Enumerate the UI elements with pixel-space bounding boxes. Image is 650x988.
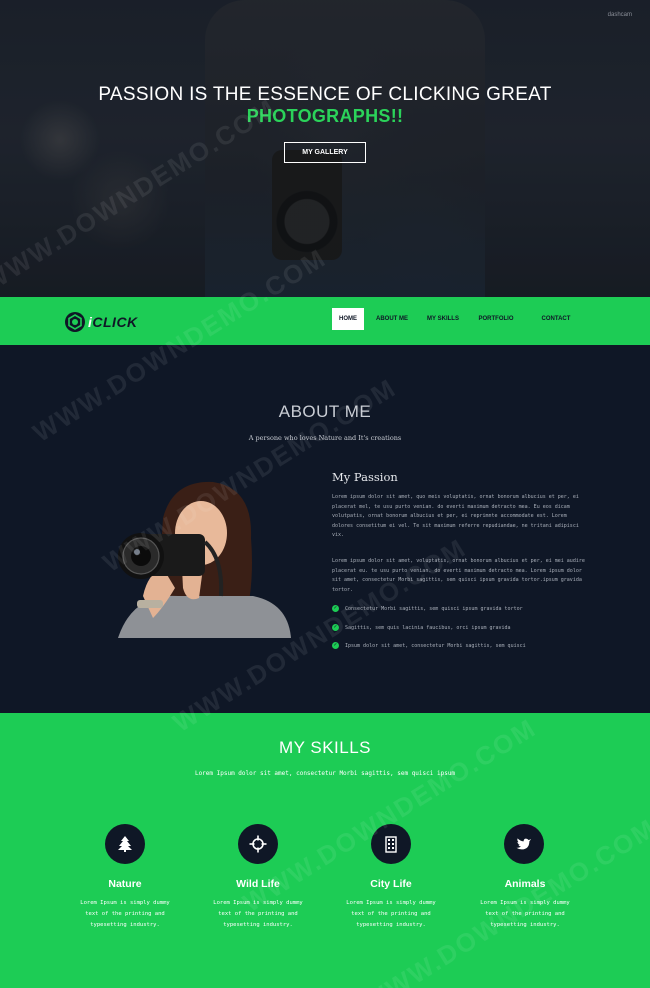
skill-name: Nature [108,878,142,890]
about-subtitle: A persone who loves Nature and It's crea… [248,434,402,442]
skill-desc-line: text of the printing and [485,911,565,917]
skill-name: City Life [370,878,412,890]
skill-description: Lorem Ipsum is simply dummy text of the … [460,898,590,931]
my-gallery-button[interactable]: MY GALLERY [284,142,366,163]
skill-desc-line: Lorem Ipsum is simply dummy [80,900,170,906]
skill-desc-line: typesetting industry. [356,922,426,928]
skill-desc-line: Lorem Ipsum is simply dummy [346,900,436,906]
logo-word: CLICK [92,314,138,330]
hero-title: PASSION IS THE ESSENCE OF CLICKING GREAT [98,84,552,105]
skill-description: Lorem Ipsum is simply dummy text of the … [60,898,190,931]
skill-desc-line: typesetting industry. [90,922,160,928]
check-icon: ✓ [332,605,339,612]
about-title: ABOUT ME [278,402,372,421]
skill-animals-badge[interactable] [504,824,544,864]
skill-desc-line: typesetting industry. [490,922,560,928]
tree-icon [118,836,132,852]
skill-nature-badge[interactable] [105,824,145,864]
skill-citylife-badge[interactable] [371,824,411,864]
nav-contact[interactable]: CONTACT [534,308,578,330]
checklist-text: Consectetur Morbi sagittis, sem quisci i… [345,605,523,612]
logo-text: iCLICK [88,314,138,330]
skill-desc-line: Lorem Ipsum is simply dummy [213,900,303,906]
skill-description: Lorem Ipsum is simply dummy text of the … [326,898,456,931]
skill-desc-line: text of the printing and [218,911,298,917]
skill-wildlife-badge[interactable] [238,824,278,864]
photographer-illustration [118,481,291,638]
building-icon [385,836,397,853]
check-icon: ✓ [332,624,339,631]
skill-name: Wild Life [236,878,280,890]
skill-desc-line: text of the printing and [85,911,165,917]
checklist-item: ✓ Ipsum dolor sit amet, consectetur Morb… [332,642,526,649]
skills-title: MY SKILLS [278,738,372,757]
skill-desc-line: text of the printing and [351,911,431,917]
checklist-item: ✓ Consectetur Morbi sagittis, sem quisci… [332,605,523,612]
skill-name: Animals [504,878,546,890]
skill-description: Lorem Ipsum is simply dummy text of the … [193,898,323,931]
checklist-text: Ipsum dolor sit amet, consectetur Morbi … [345,642,526,649]
photographer-photo [103,478,291,638]
crosshair-icon [249,835,267,853]
nav-about-me[interactable]: ABOUT ME [372,308,412,330]
hero-corner-text: dashcam [607,12,632,18]
nav-portfolio[interactable]: PORTFOLIO [474,308,518,330]
checklist-item: ✓ Sagittis, sem quis lacinia faucibus, o… [332,624,511,631]
passion-paragraph-1: Lorem ipsum dolor sit amet, quo meis vol… [332,494,579,538]
check-icon: ✓ [332,642,339,649]
skills-subtitle: Lorem Ipsum dolor sit amet, consectetur … [194,770,456,777]
aperture-icon [65,312,85,332]
passion-title: My Passion [332,470,398,484]
skill-desc-line: typesetting industry. [223,922,293,928]
logo[interactable]: iCLICK [64,311,138,333]
checklist-text: Sagittis, sem quis lacinia faucibus, orc… [345,624,511,631]
hero-subtitle: PHOTOGRAPHS!! [246,106,404,126]
passion-paragraph-2: Lorem ipsum dolor sit amet, voluptatis, … [332,558,585,593]
nav-home[interactable]: HOME [332,308,364,330]
nav-my-skills[interactable]: MY SKILLS [422,308,464,330]
skill-desc-line: Lorem Ipsum is simply dummy [480,900,570,906]
bird-icon [516,838,531,850]
